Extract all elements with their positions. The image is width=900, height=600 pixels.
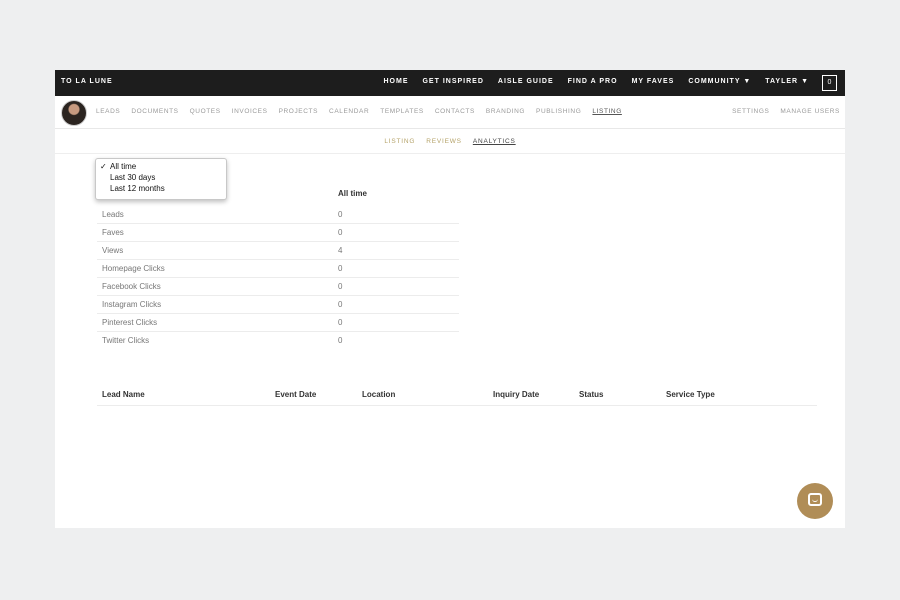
stat-label: Faves: [102, 228, 124, 237]
stat-value: 0: [338, 210, 343, 219]
subnav-manage-users[interactable]: MANAGE USERS: [780, 108, 840, 115]
avatar[interactable]: [61, 100, 87, 126]
stat-value: 4: [338, 246, 343, 255]
chat-icon: [808, 493, 822, 506]
tab-listing[interactable]: LISTING: [384, 138, 415, 153]
stat-label: Instagram Clicks: [102, 300, 162, 309]
stat-label: Pinterest Clicks: [102, 318, 158, 327]
subnav-calendar[interactable]: CALENDAR: [329, 108, 369, 115]
period-option-label: All time: [110, 162, 137, 171]
subnav-templates[interactable]: TEMPLATES: [380, 108, 424, 115]
stat-value: 0: [338, 282, 343, 291]
column-status[interactable]: Status: [579, 390, 603, 399]
chevron-down-icon: ▼: [801, 78, 809, 85]
subnav-branding[interactable]: BRANDING: [486, 108, 525, 115]
nav-find-a-pro[interactable]: FIND A PRO: [568, 78, 618, 85]
column-location[interactable]: Location: [362, 390, 395, 399]
period-option-last-30-days[interactable]: Last 30 days: [100, 173, 155, 182]
top-nav-links: HOME GET INSPIRED AISLE GUIDE FIND A PRO…: [383, 78, 809, 85]
period-option-label: Last 12 months: [110, 184, 165, 193]
stat-row-faves: Faves 0: [97, 223, 459, 242]
tab-analytics[interactable]: ANALYTICS: [473, 138, 516, 153]
column-lead-name[interactable]: Lead Name: [102, 390, 145, 399]
cart-count: 0: [827, 79, 832, 86]
nav-home[interactable]: HOME: [383, 78, 408, 85]
subnav-quotes[interactable]: QUOTES: [190, 108, 221, 115]
period-option-all-time[interactable]: ✓ All time: [100, 162, 136, 171]
subnav-leads[interactable]: LEADS: [96, 108, 120, 115]
stat-row-leads: Leads 0: [97, 205, 459, 224]
stat-label: Views: [102, 246, 124, 255]
chevron-down-icon: ▼: [743, 78, 752, 85]
stat-row-twitter-clicks: Twitter Clicks 0: [97, 331, 459, 349]
column-inquiry-date[interactable]: Inquiry Date: [493, 390, 539, 399]
cart-icon[interactable]: 0: [822, 75, 837, 91]
column-service-type[interactable]: Service Type: [666, 390, 715, 399]
top-navbar: TO LA LUNE HOME GET INSPIRED AISLE GUIDE…: [55, 70, 845, 96]
user-menu[interactable]: TAYLER ▼: [765, 78, 809, 85]
stat-row-facebook-clicks: Facebook Clicks 0: [97, 277, 459, 296]
nav-community[interactable]: COMMUNITY ▼: [688, 78, 751, 85]
vendor-subnav: LEADS DOCUMENTS QUOTES INVOICES PROJECTS…: [55, 96, 845, 129]
nav-community-label: COMMUNITY: [688, 78, 741, 85]
nav-get-inspired[interactable]: GET INSPIRED: [422, 78, 483, 85]
stat-label: Twitter Clicks: [102, 336, 150, 345]
stat-value: 0: [338, 318, 343, 327]
stat-row-homepage-clicks: Homepage Clicks 0: [97, 259, 459, 278]
app-window: TO LA LUNE HOME GET INSPIRED AISLE GUIDE…: [55, 70, 845, 528]
subnav-listing[interactable]: LISTING: [592, 108, 621, 115]
listing-tabs: LISTING REVIEWS ANALYTICS: [55, 128, 845, 154]
column-event-date[interactable]: Event Date: [275, 390, 316, 399]
subnav-documents[interactable]: DOCUMENTS: [131, 108, 178, 115]
stat-value: 0: [338, 336, 343, 345]
subnav-right-links: SETTINGS MANAGE USERS: [732, 108, 840, 115]
nav-aisle-guide[interactable]: AISLE GUIDE: [498, 78, 554, 85]
period-option-label: Last 30 days: [110, 173, 156, 182]
stats-column-header: All time: [338, 189, 367, 198]
period-option-last-12-months[interactable]: Last 12 months: [100, 184, 165, 193]
nav-my-faves[interactable]: MY FAVES: [632, 78, 675, 85]
stat-label: Facebook Clicks: [102, 282, 161, 291]
period-select-dropdown[interactable]: ✓ All time Last 30 days Last 12 months: [95, 158, 227, 200]
user-menu-label: TAYLER: [765, 78, 799, 85]
subnav-invoices[interactable]: INVOICES: [232, 108, 268, 115]
subnav-contacts[interactable]: CONTACTS: [435, 108, 475, 115]
stat-label: Leads: [102, 210, 124, 219]
chat-button[interactable]: [797, 483, 833, 519]
stat-row-views: Views 4: [97, 241, 459, 260]
stat-row-instagram-clicks: Instagram Clicks 0: [97, 295, 459, 314]
stat-row-pinterest-clicks: Pinterest Clicks 0: [97, 313, 459, 332]
subnav-settings[interactable]: SETTINGS: [732, 108, 769, 115]
stat-value: 0: [338, 300, 343, 309]
subnav-publishing[interactable]: PUBLISHING: [536, 108, 581, 115]
stat-value: 0: [338, 264, 343, 273]
stat-label: Homepage Clicks: [102, 264, 165, 273]
leads-table-header: Lead Name Event Date Location Inquiry Da…: [97, 387, 817, 406]
subnav-links: LEADS DOCUMENTS QUOTES INVOICES PROJECTS…: [96, 108, 622, 115]
subnav-projects[interactable]: PROJECTS: [279, 108, 318, 115]
tab-reviews[interactable]: REVIEWS: [426, 138, 462, 153]
stat-value: 0: [338, 228, 343, 237]
brand-logo[interactable]: TO LA LUNE: [61, 78, 113, 85]
checkmark-icon: ✓: [100, 162, 107, 171]
